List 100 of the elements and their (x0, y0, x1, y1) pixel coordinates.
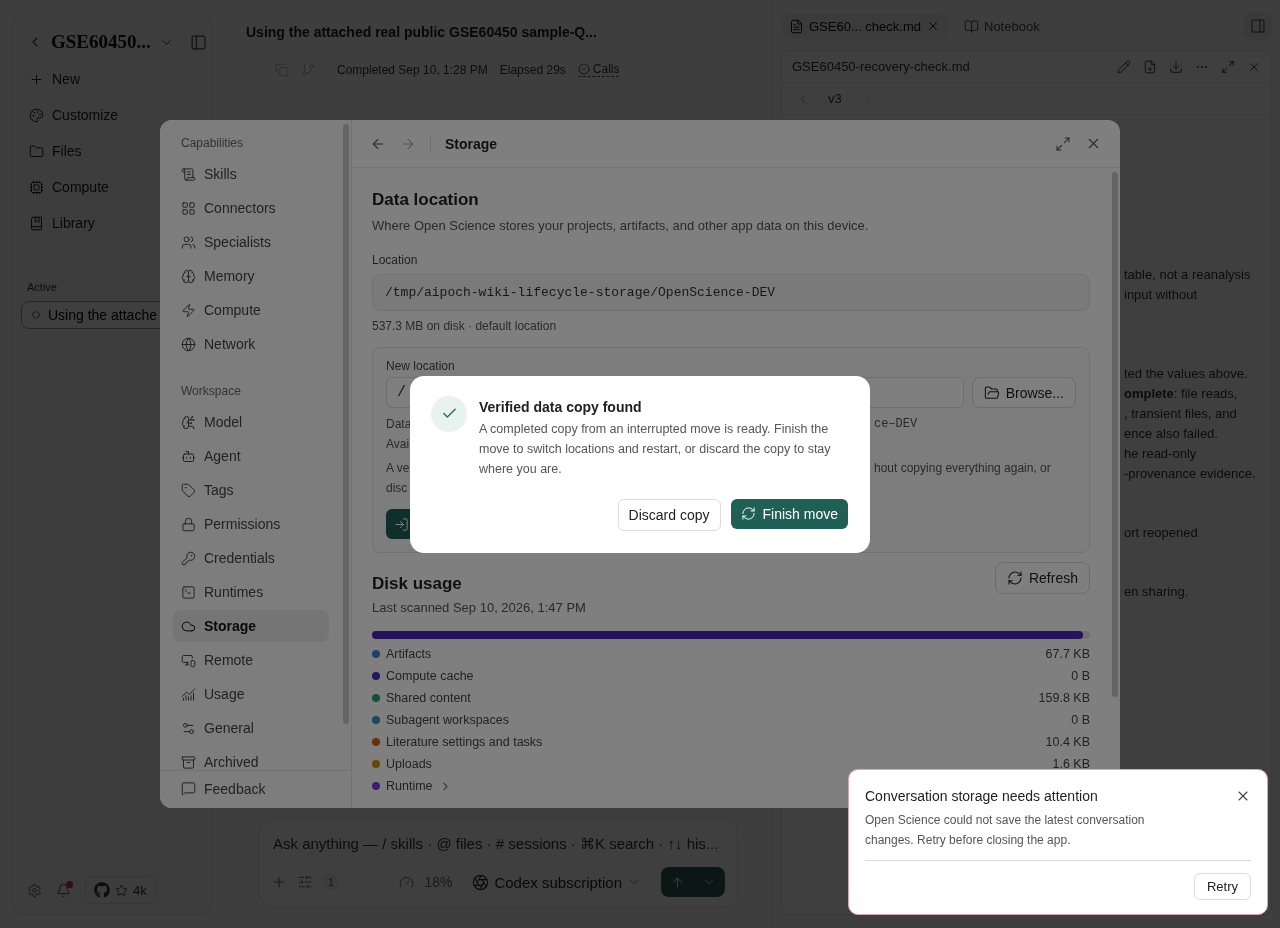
sliders-icon (181, 720, 196, 736)
globe-icon (181, 336, 196, 352)
note-text: ce–DEV (874, 416, 918, 433)
page-title: Storage (445, 135, 498, 152)
settings-nav-item[interactable]: Model (173, 406, 329, 438)
circle-icon (32, 311, 40, 319)
location-field: /tmp/aipoch-wiki-lifecycle-storage/OpenScience-DEV (372, 274, 1090, 311)
note-text: hout copying everything again, or (874, 460, 1051, 477)
settings-nav-item[interactable]: Remote (173, 644, 329, 676)
chat-icon (181, 781, 196, 796)
discard-button[interactable]: Discard copy (617, 498, 721, 531)
pencil-icon[interactable] (1117, 59, 1131, 74)
category-size: 0 B (1071, 713, 1090, 727)
settings-nav-item[interactable]: Agent (173, 440, 329, 472)
plus-icon[interactable] (271, 874, 287, 890)
file-icon[interactable] (1143, 59, 1157, 74)
browse-button[interactable]: Browse... (971, 377, 1076, 408)
bell-icon[interactable] (56, 882, 71, 898)
category-size: 10.4 KB (1045, 735, 1090, 749)
finish-move-button[interactable]: Finish move (730, 498, 848, 529)
refresh-icon (1006, 570, 1023, 586)
close-icon (926, 19, 940, 33)
expand-icon[interactable] (1055, 135, 1071, 152)
star-icon (115, 883, 128, 897)
category-label: Compute cache (386, 669, 474, 683)
brain-icon (181, 414, 196, 430)
field-label: Location (372, 253, 419, 267)
category-label: Subagent workspaces (386, 713, 509, 727)
section-title: Data location (372, 190, 480, 210)
sliders-icon[interactable] (297, 874, 313, 890)
scroll-icon (181, 166, 196, 182)
folder-icon (29, 143, 44, 159)
location-note: 537.3 MB on disk · default location (372, 319, 558, 333)
category-size: 67.7 KB (1045, 647, 1090, 661)
settings-nav-item[interactable]: Network (173, 328, 329, 360)
scan-time: Last scanned Sep 10, 2026, 1:47 PM (372, 600, 586, 615)
scrollbar[interactable] (343, 124, 349, 724)
dialog-title: Verified data copy found (479, 398, 643, 415)
settings-icon[interactable] (27, 882, 42, 898)
section-description: Where Open Science stores your projects, artifacts, and other app data on this device. (372, 218, 870, 233)
devices-icon (181, 652, 196, 668)
aperture-icon (472, 873, 490, 891)
settings-nav-item[interactable]: Storage (173, 610, 329, 642)
people-icon (181, 234, 196, 250)
field-label: New location (386, 359, 456, 373)
github-icon (94, 882, 110, 898)
settings-nav-item[interactable]: Permissions (173, 508, 329, 540)
dialog-message: A completed copy from an interrupted move is ready. Finish the move to switch locations and restart, or discard the copy to stay where you are. (479, 420, 832, 478)
gauge-icon (399, 874, 415, 890)
settings-nav-item[interactable]: Skills (173, 158, 329, 190)
palette-icon (29, 107, 44, 123)
category-size: 0 B (1071, 669, 1090, 683)
folder-icon (983, 384, 1000, 401)
key-icon (181, 550, 196, 566)
settings-nav-item[interactable]: Connectors (173, 192, 329, 224)
settings-nav-item[interactable]: Archived (173, 746, 329, 770)
category-label: Shared content (386, 691, 471, 705)
feedback-item[interactable]: Feedback (173, 772, 274, 805)
chart-icon (181, 686, 196, 702)
settings-nav-item[interactable]: Tags (173, 474, 329, 506)
sidebar-toggle-icon[interactable] (189, 33, 207, 51)
terminal-icon (181, 584, 196, 600)
tag-icon (181, 482, 196, 498)
download-icon[interactable] (1169, 59, 1183, 74)
category-label: Runtime (386, 779, 433, 793)
robot-icon (181, 448, 196, 464)
plus-icon (29, 71, 44, 87)
note-text: Data (386, 416, 412, 433)
settings-nav-item[interactable]: Specialists (173, 226, 329, 258)
retry-button[interactable]: Retry (1193, 873, 1251, 900)
panel-icon (1250, 18, 1266, 34)
refresh-button[interactable]: Refresh (994, 562, 1090, 594)
settings-nav-item[interactable]: Memory (173, 260, 329, 292)
check-circle-icon (577, 63, 590, 75)
settings-nav-item[interactable]: Usage (173, 678, 329, 710)
scrollbar[interactable] (1112, 172, 1118, 697)
book-icon (29, 215, 44, 231)
note-text: disc (386, 480, 408, 497)
chip-icon (29, 179, 44, 195)
category-size: 1.6 KB (1052, 757, 1090, 771)
file-icon (789, 18, 804, 34)
check-icon (431, 395, 467, 432)
category-label: Artifacts (386, 647, 432, 661)
category-label: Uploads (386, 757, 432, 771)
expand-icon[interactable] (1221, 59, 1235, 74)
section-title: Disk usage (372, 574, 463, 594)
settings-nav-item[interactable]: Runtimes (173, 576, 329, 608)
book-icon (964, 18, 979, 34)
panel-toggle-button[interactable] (1244, 12, 1272, 40)
lock-icon (181, 516, 196, 532)
nav-section-heading: Workspace (180, 384, 242, 398)
toast-message: Open Science could not save the latest conversation changes. Retry before closing the app. (865, 812, 1146, 849)
grid-icon (181, 200, 196, 216)
brain-icon (181, 268, 196, 284)
bolt-icon (181, 302, 196, 318)
cloud-icon (181, 618, 196, 634)
nav-section-heading: Capabilities (180, 136, 245, 150)
settings-nav-item[interactable]: Credentials (173, 542, 329, 574)
toast-title: Conversation storage needs attention (865, 788, 1098, 804)
settings-nav-item[interactable]: General (173, 712, 329, 744)
